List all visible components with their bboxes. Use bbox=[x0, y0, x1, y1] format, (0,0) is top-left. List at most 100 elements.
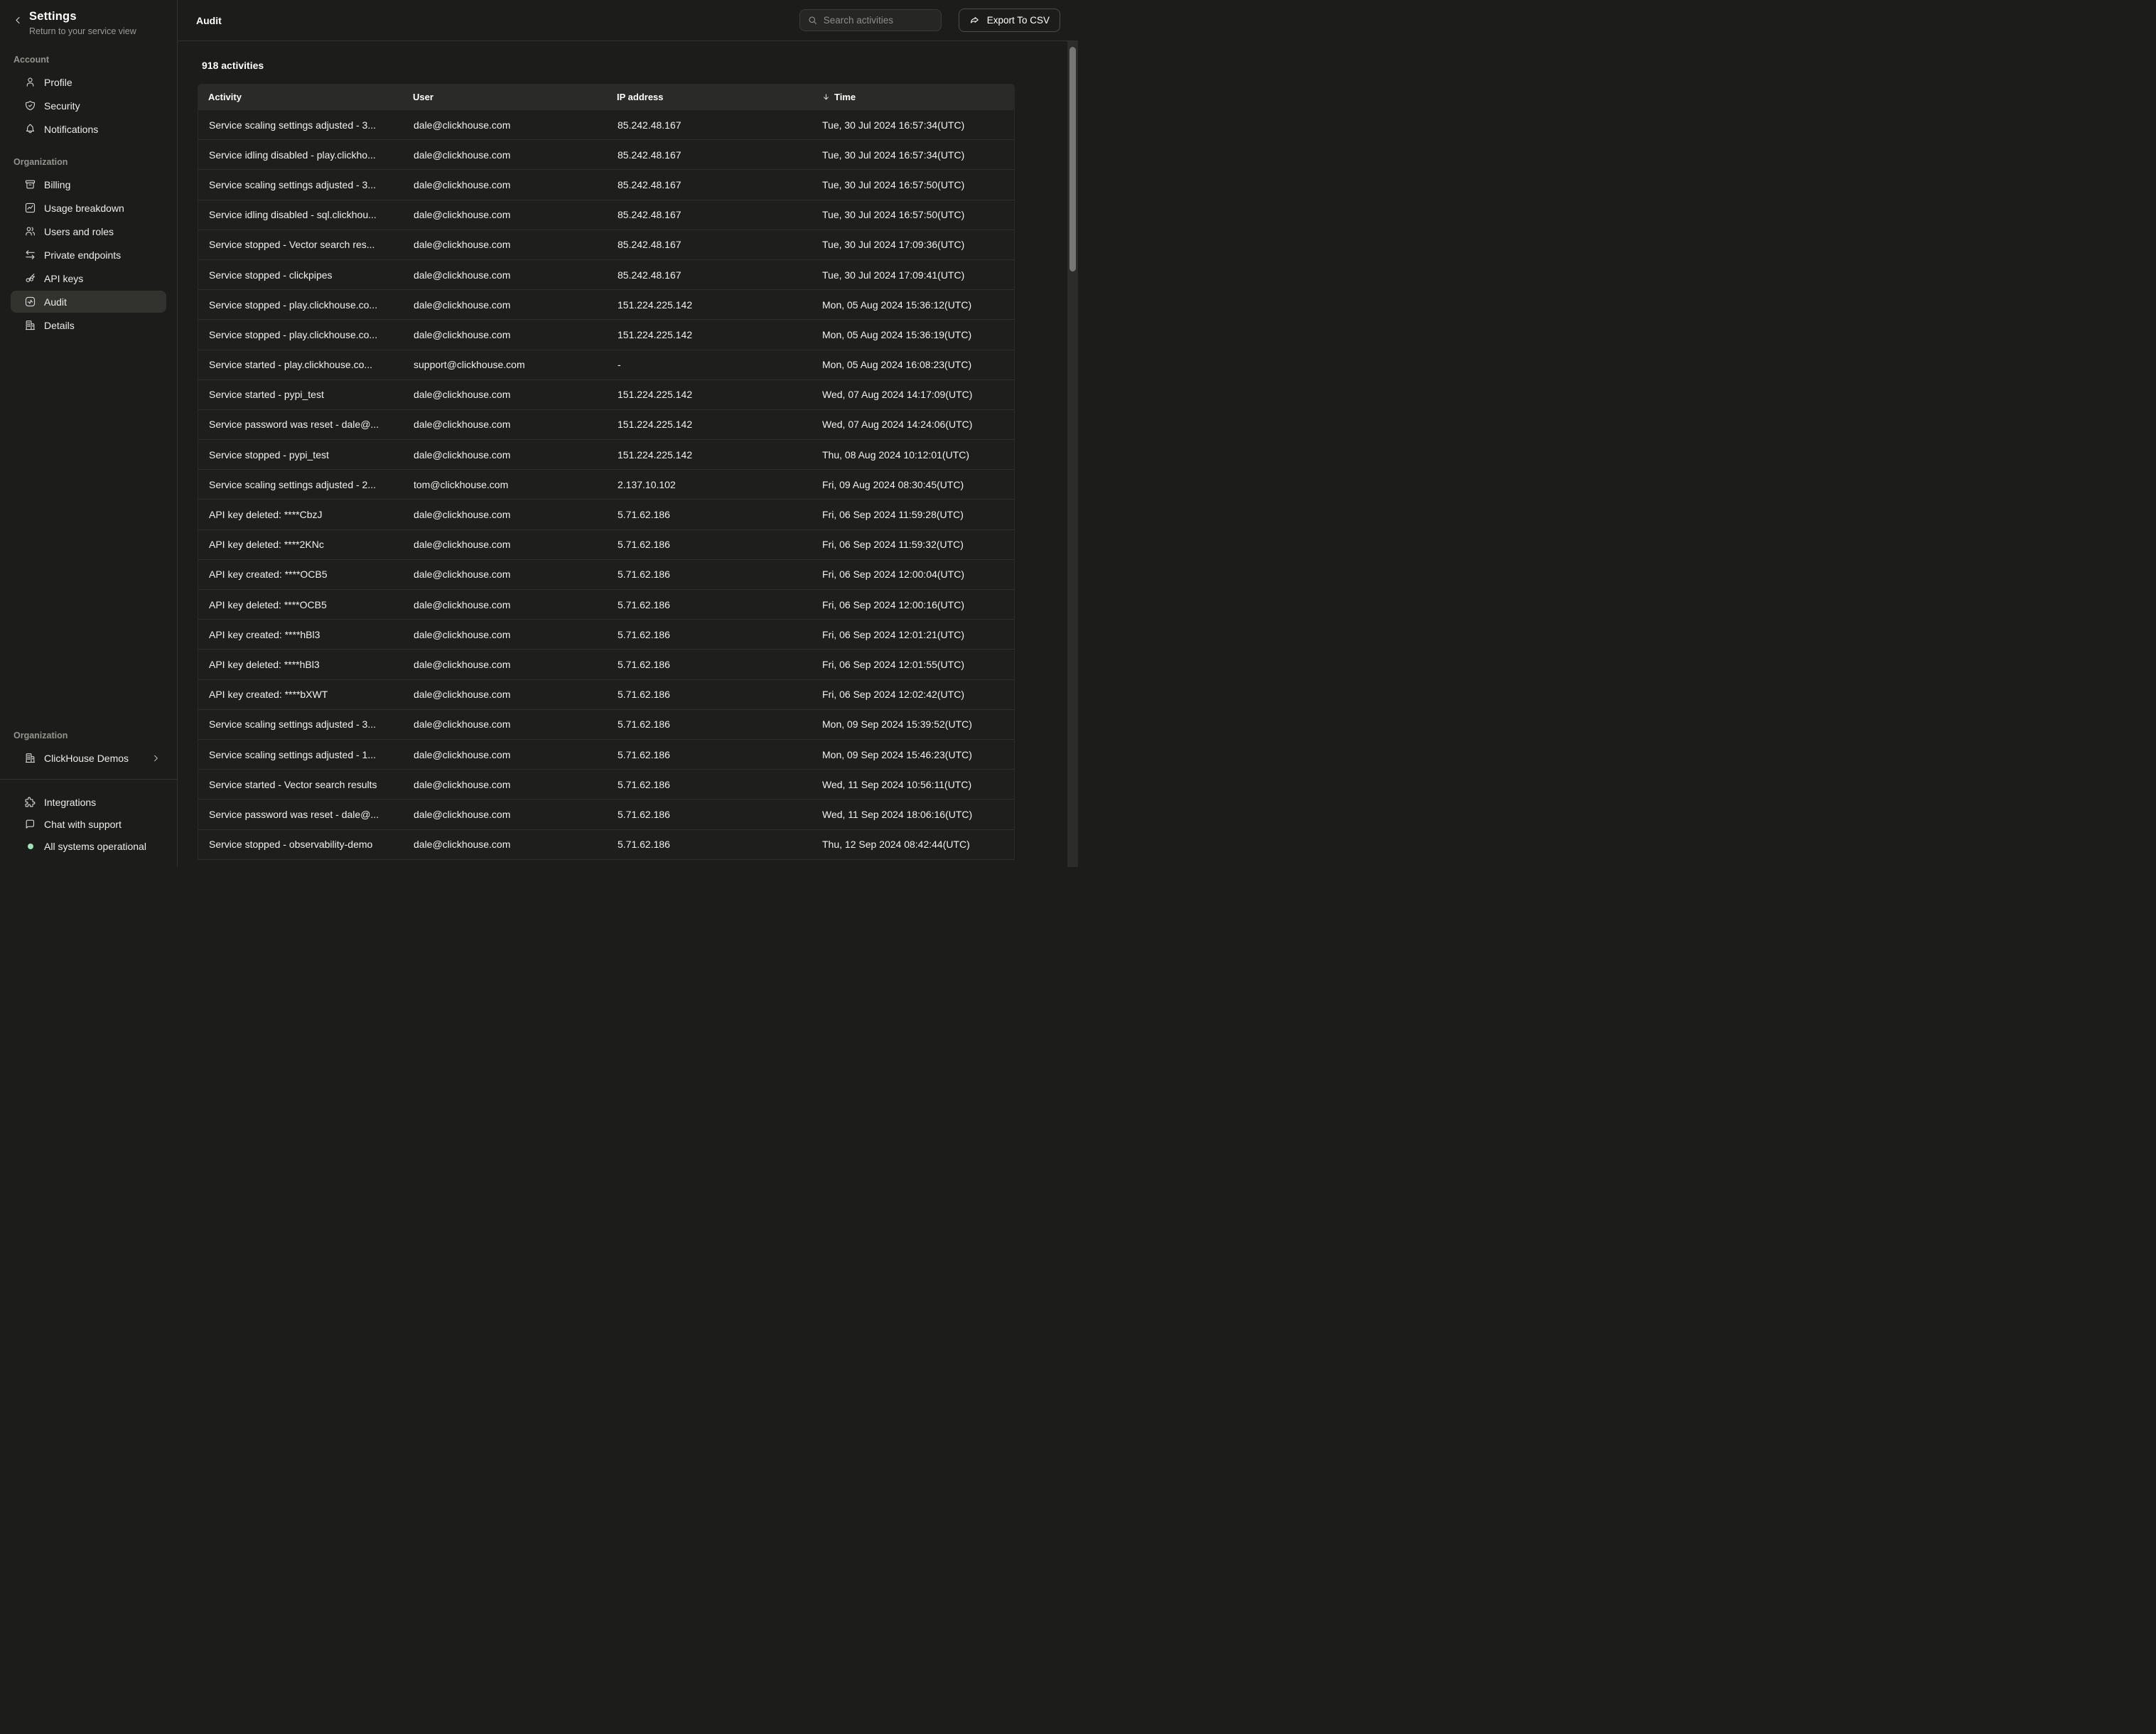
ip-cell: 85.242.48.167 bbox=[618, 119, 822, 131]
footer-item-chat-with-support[interactable]: Chat with support bbox=[11, 813, 166, 835]
sidebar-item-usage-breakdown[interactable]: Usage breakdown bbox=[11, 197, 166, 219]
status-label: All systems operational bbox=[44, 841, 146, 852]
time-cell: Mon, 09 Sep 2024 15:46:23(UTC) bbox=[822, 749, 1014, 760]
table-row[interactable]: API key created: ****OCB5dale@clickhouse… bbox=[198, 560, 1014, 590]
table-row[interactable]: API key deleted: ****hBl3dale@clickhouse… bbox=[198, 650, 1014, 679]
table-row[interactable]: Service scaling settings adjusted - 3...… bbox=[198, 110, 1014, 140]
time-cell: Tue, 30 Jul 2024 16:57:34(UTC) bbox=[822, 149, 1014, 161]
activity-cell: Service password was reset - dale@... bbox=[198, 419, 414, 430]
table-row[interactable]: API key deleted: ****CbzJdale@clickhouse… bbox=[198, 500, 1014, 529]
column-header-user[interactable]: User bbox=[413, 92, 617, 102]
table-row[interactable]: Service password was reset - dale@...dal… bbox=[198, 799, 1014, 829]
org-switcher[interactable]: ClickHouse Demos bbox=[11, 747, 166, 769]
table-row[interactable]: Service stopped - observability-demodale… bbox=[198, 830, 1014, 860]
activity-cell: Service stopped - Vector search res... bbox=[198, 239, 414, 250]
user-icon bbox=[24, 76, 36, 88]
activity-cell: Service scaling settings adjusted - 2... bbox=[198, 479, 414, 490]
column-header-activity[interactable]: Activity bbox=[198, 92, 413, 102]
time-cell: Mon, 09 Sep 2024 15:39:52(UTC) bbox=[822, 718, 1014, 730]
time-cell: Fri, 06 Sep 2024 11:59:28(UTC) bbox=[822, 509, 1014, 520]
system-status[interactable]: All systems operational bbox=[11, 835, 166, 857]
time-cell: Fri, 09 Aug 2024 08:30:45(UTC) bbox=[822, 479, 1014, 490]
activity-cell: API key deleted: ****2KNc bbox=[198, 539, 414, 550]
sidebar-header: Settings Return to your service view bbox=[0, 9, 177, 36]
activity-cell: Service scaling settings adjusted - 1... bbox=[198, 749, 414, 760]
user-cell: support@clickhouse.com bbox=[414, 359, 618, 370]
footer-item-label: Chat with support bbox=[44, 819, 122, 830]
ip-cell: 151.224.225.142 bbox=[618, 449, 822, 461]
activity-cell: Service stopped - play.clickhouse.co... bbox=[198, 329, 414, 340]
activity-cell: API key deleted: ****hBl3 bbox=[198, 659, 414, 670]
table-row[interactable]: Service started - pypi_testdale@clickhou… bbox=[198, 380, 1014, 410]
user-cell: dale@clickhouse.com bbox=[414, 539, 618, 550]
chart-square-icon bbox=[24, 202, 36, 214]
table-row[interactable]: Service idling disabled - play.clickho..… bbox=[198, 140, 1014, 170]
sidebar-item-private-endpoints[interactable]: Private endpoints bbox=[11, 244, 166, 266]
time-cell: Tue, 30 Jul 2024 17:09:41(UTC) bbox=[822, 269, 1014, 281]
settings-subtitle: Return to your service view bbox=[29, 26, 136, 36]
search-input[interactable] bbox=[824, 15, 934, 26]
table-row[interactable]: Service scaling settings adjusted - 1...… bbox=[198, 740, 1014, 770]
table-row[interactable]: Service started - play.clickhouse.co...s… bbox=[198, 350, 1014, 380]
table-row[interactable]: Service idling disabled - sql.clickhou..… bbox=[198, 200, 1014, 230]
status-dot-icon bbox=[24, 840, 36, 852]
sidebar-item-label: Audit bbox=[44, 296, 67, 308]
time-cell: Wed, 07 Aug 2024 14:24:06(UTC) bbox=[822, 419, 1014, 430]
sidebar-item-profile[interactable]: Profile bbox=[11, 71, 166, 93]
table-row[interactable]: Service stopped - Vector search res...da… bbox=[198, 230, 1014, 260]
user-cell: dale@clickhouse.com bbox=[414, 718, 618, 730]
export-csv-button[interactable]: Export To CSV bbox=[959, 9, 1060, 32]
table-row[interactable]: API key created: ****bXWTdale@clickhouse… bbox=[198, 680, 1014, 710]
ip-cell: 151.224.225.142 bbox=[618, 419, 822, 430]
table-row[interactable]: Service stopped - clickpipesdale@clickho… bbox=[198, 260, 1014, 290]
ip-cell: 85.242.48.167 bbox=[618, 269, 822, 281]
sidebar-item-details[interactable]: Details bbox=[11, 314, 166, 336]
table-row[interactable]: Service started - Vector search resultsd… bbox=[198, 770, 1014, 799]
shield-check-icon bbox=[24, 99, 36, 112]
time-cell: Wed, 07 Aug 2024 14:17:09(UTC) bbox=[822, 389, 1014, 400]
back-button[interactable] bbox=[11, 15, 24, 28]
table-row[interactable]: Service stopped - play.clickhouse.co...d… bbox=[198, 320, 1014, 350]
table-row[interactable]: Service password was reset - dale@...dal… bbox=[198, 410, 1014, 440]
ip-cell: 5.71.62.186 bbox=[618, 779, 822, 790]
table-row[interactable]: API key deleted: ****OCB5dale@clickhouse… bbox=[198, 590, 1014, 620]
sidebar-item-security[interactable]: Security bbox=[11, 95, 166, 117]
section-label: Account bbox=[14, 55, 166, 65]
sort-descending-icon bbox=[821, 92, 831, 102]
sidebar-item-label: Private endpoints bbox=[44, 249, 121, 261]
activity-cell: Service scaling settings adjusted - 3... bbox=[198, 718, 414, 730]
table-row[interactable]: Service scaling settings adjusted - 2...… bbox=[198, 470, 1014, 500]
user-cell: dale@clickhouse.com bbox=[414, 449, 618, 461]
ip-cell: 5.71.62.186 bbox=[618, 599, 822, 610]
column-header-time[interactable]: Time bbox=[821, 92, 1015, 102]
sidebar-item-billing[interactable]: Billing bbox=[11, 173, 166, 195]
table-row[interactable]: API key deleted: ****2KNcdale@clickhouse… bbox=[198, 530, 1014, 560]
table-row[interactable]: Service scaling settings adjusted - 3...… bbox=[198, 170, 1014, 200]
column-header-ip[interactable]: IP address bbox=[617, 92, 821, 102]
sidebar-item-audit[interactable]: Audit bbox=[11, 291, 166, 313]
time-cell: Tue, 30 Jul 2024 16:57:50(UTC) bbox=[822, 179, 1014, 190]
table-row[interactable]: API key created: ****hBl3dale@clickhouse… bbox=[198, 620, 1014, 650]
audit-content: 918 activities Activity User IP address … bbox=[178, 41, 1078, 867]
scrollbar-thumb[interactable] bbox=[1069, 47, 1076, 271]
footer-item-label: Integrations bbox=[44, 797, 96, 808]
page-title-settings: Settings bbox=[29, 10, 136, 23]
activity-cell: Service stopped - clickpipes bbox=[198, 269, 414, 281]
user-cell: dale@clickhouse.com bbox=[414, 809, 618, 820]
audit-table: Activity User IP address Time Service sc… bbox=[198, 84, 1015, 860]
footer-item-integrations[interactable]: Integrations bbox=[11, 791, 166, 813]
sidebar-item-api-keys[interactable]: API keys bbox=[11, 267, 166, 289]
ip-cell: 151.224.225.142 bbox=[618, 299, 822, 311]
table-row[interactable]: Service stopped - pypi_testdale@clickhou… bbox=[198, 440, 1014, 470]
ip-cell: 85.242.48.167 bbox=[618, 239, 822, 250]
main-area: Audit Export To CSV 918 activities Activ… bbox=[178, 0, 1078, 867]
sidebar-item-notifications[interactable]: Notifications bbox=[11, 118, 166, 140]
table-row[interactable]: Service stopped - play.clickhouse.co...d… bbox=[198, 290, 1014, 320]
table-row[interactable]: Service scaling settings adjusted - 3...… bbox=[198, 710, 1014, 740]
user-cell: dale@clickhouse.com bbox=[414, 269, 618, 281]
user-cell: dale@clickhouse.com bbox=[414, 599, 618, 610]
vertical-scrollbar[interactable] bbox=[1067, 41, 1078, 867]
sidebar-item-users-and-roles[interactable]: Users and roles bbox=[11, 220, 166, 242]
activity-cell: API key deleted: ****OCB5 bbox=[198, 599, 414, 610]
app-window: Settings Return to your service view Acc… bbox=[0, 0, 1078, 867]
